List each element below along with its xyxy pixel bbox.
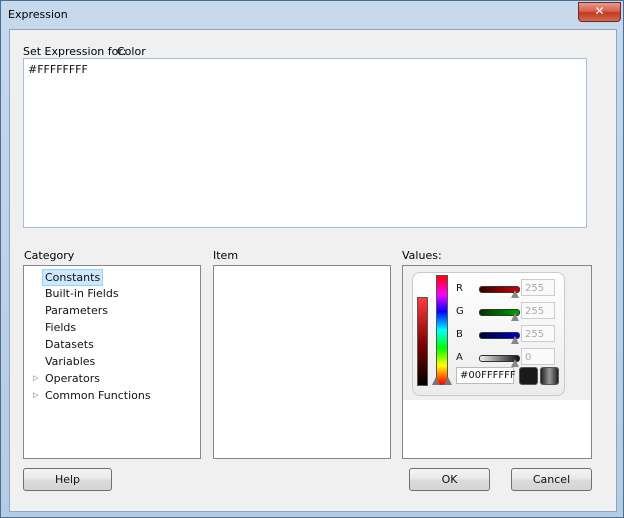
window-title: Expression	[8, 8, 68, 21]
expression-target: Color	[117, 45, 146, 58]
category-item-datasets[interactable]: Datasets	[43, 337, 96, 352]
previous-color-swatch	[540, 367, 559, 385]
help-button[interactable]: Help	[23, 468, 112, 491]
dialog-body: Set Expression for: Color #FFFFFFFF Cate…	[9, 29, 617, 512]
color-picker: R 255 G 255 B 255 A 0 #00FFFFFF	[412, 272, 565, 396]
category-item-fields[interactable]: Fields	[43, 320, 78, 335]
ok-button[interactable]: OK	[409, 468, 490, 491]
hue-marker-icon[interactable]	[444, 377, 452, 385]
blue-slider-thumb-icon[interactable]	[511, 336, 519, 344]
hex-color-input[interactable]: #00FFFFFF	[456, 367, 516, 384]
category-item-common-functions[interactable]: Common Functions	[43, 388, 153, 403]
expression-text: #FFFFFFFF	[28, 63, 88, 76]
category-list[interactable]: Constants Built-in Fields Parameters Fie…	[23, 265, 201, 459]
values-panel: R 255 G 255 B 255 A 0 #00FFFFFF	[402, 265, 592, 459]
hue-marker-icon[interactable]	[432, 377, 440, 385]
category-item-operators[interactable]: Operators	[43, 371, 102, 386]
alpha-label: A	[456, 352, 463, 363]
item-label: Item	[213, 249, 239, 262]
category-item-constants[interactable]: Constants	[42, 269, 104, 286]
expression-editor[interactable]: #FFFFFFFF	[23, 58, 587, 228]
expand-common-functions-icon[interactable]: ▷	[33, 388, 38, 403]
brightness-strip[interactable]	[417, 297, 428, 386]
cancel-button[interactable]: Cancel	[511, 468, 592, 491]
hue-strip[interactable]	[436, 275, 448, 385]
values-label: Values:	[402, 249, 442, 262]
item-list[interactable]	[213, 265, 391, 459]
red-slider-thumb-icon[interactable]	[511, 290, 519, 298]
blue-label: B	[456, 329, 463, 340]
red-label: R	[456, 283, 463, 294]
current-color-swatch	[519, 367, 538, 385]
alpha-value-field[interactable]: 0	[521, 348, 555, 365]
green-value-field[interactable]: 255	[521, 302, 555, 319]
category-item-variables[interactable]: Variables	[43, 354, 97, 369]
red-value-field[interactable]: 255	[521, 279, 555, 296]
green-slider-thumb-icon[interactable]	[511, 313, 519, 321]
category-label: Category	[24, 249, 75, 262]
set-expression-label: Set Expression for:	[23, 45, 127, 58]
category-item-parameters[interactable]: Parameters	[43, 303, 110, 318]
category-item-built-in-fields[interactable]: Built-in Fields	[43, 286, 121, 301]
close-button[interactable]: ✕	[578, 2, 621, 22]
green-label: G	[456, 306, 464, 317]
expression-dialog: Expression ✕ Set Expression for: Color #…	[0, 0, 624, 518]
title-bar: Expression ✕	[1, 1, 623, 29]
alpha-slider-thumb-icon[interactable]	[511, 359, 519, 367]
blue-value-field[interactable]: 255	[521, 325, 555, 342]
expand-operators-icon[interactable]: ▷	[33, 371, 38, 386]
